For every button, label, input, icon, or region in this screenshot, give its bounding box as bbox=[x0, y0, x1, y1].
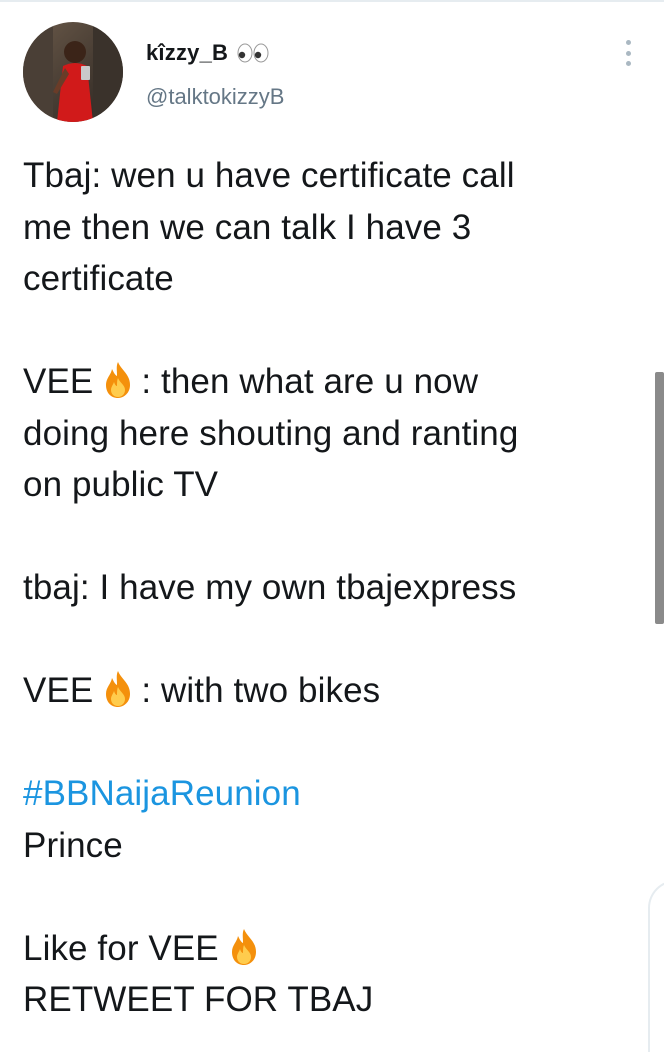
tweet-line: me then we can talk I have 3 bbox=[23, 207, 472, 247]
tweet-line: RETWEET FOR TBAJ bbox=[23, 980, 374, 1019]
avatar-image bbox=[23, 22, 123, 122]
more-dot-icon bbox=[625, 61, 631, 66]
tweet-line: #BBNaijaReunion bbox=[23, 768, 623, 820]
name-row: kîzzy_B bbox=[146, 38, 270, 68]
scrollbar[interactable] bbox=[655, 372, 664, 624]
tweet-line-text: : with two bikes bbox=[141, 671, 381, 710]
tweet-line: Like for VEE bbox=[23, 923, 623, 975]
speaker-label: VEE bbox=[23, 362, 94, 401]
tweet-line: doing here shouting and ranting bbox=[23, 413, 519, 453]
more-dot-icon bbox=[625, 50, 631, 56]
fire-icon bbox=[99, 360, 137, 400]
tweet-line: VEE : with two bikes bbox=[23, 665, 623, 717]
display-name[interactable]: kîzzy_B bbox=[146, 40, 228, 66]
tweet-line: VEE : then what are u now bbox=[23, 356, 623, 408]
speaker-label: VEE bbox=[23, 671, 94, 710]
tweet-text: Tbaj: wen u have certificate call me the… bbox=[23, 150, 623, 1026]
more-options-button[interactable] bbox=[614, 36, 642, 70]
tweet-header: kîzzy_B @talktokizzyB bbox=[0, 0, 664, 130]
tweet-line: Tbaj: wen u have certificate call bbox=[23, 156, 515, 195]
tweet-line: Prince bbox=[23, 825, 123, 865]
user-handle[interactable]: @talktokizzyB bbox=[146, 84, 284, 110]
tweet-line: certificate bbox=[23, 259, 174, 298]
fire-icon bbox=[225, 927, 263, 967]
tweet-line-text: Like for VEE bbox=[23, 928, 219, 968]
tweet-line-text: : then what are u now bbox=[141, 362, 479, 401]
eyes-icon bbox=[236, 43, 270, 63]
floating-button-edge bbox=[648, 880, 664, 1052]
tweet-line: tbaj: I have my own tbajexpress bbox=[23, 568, 517, 607]
hashtag-link[interactable]: #BBNaijaReunion bbox=[23, 774, 301, 813]
avatar[interactable] bbox=[23, 22, 123, 122]
more-dot-icon bbox=[625, 40, 631, 45]
tweet-line: on public TV bbox=[23, 465, 219, 504]
fire-icon bbox=[99, 669, 137, 709]
